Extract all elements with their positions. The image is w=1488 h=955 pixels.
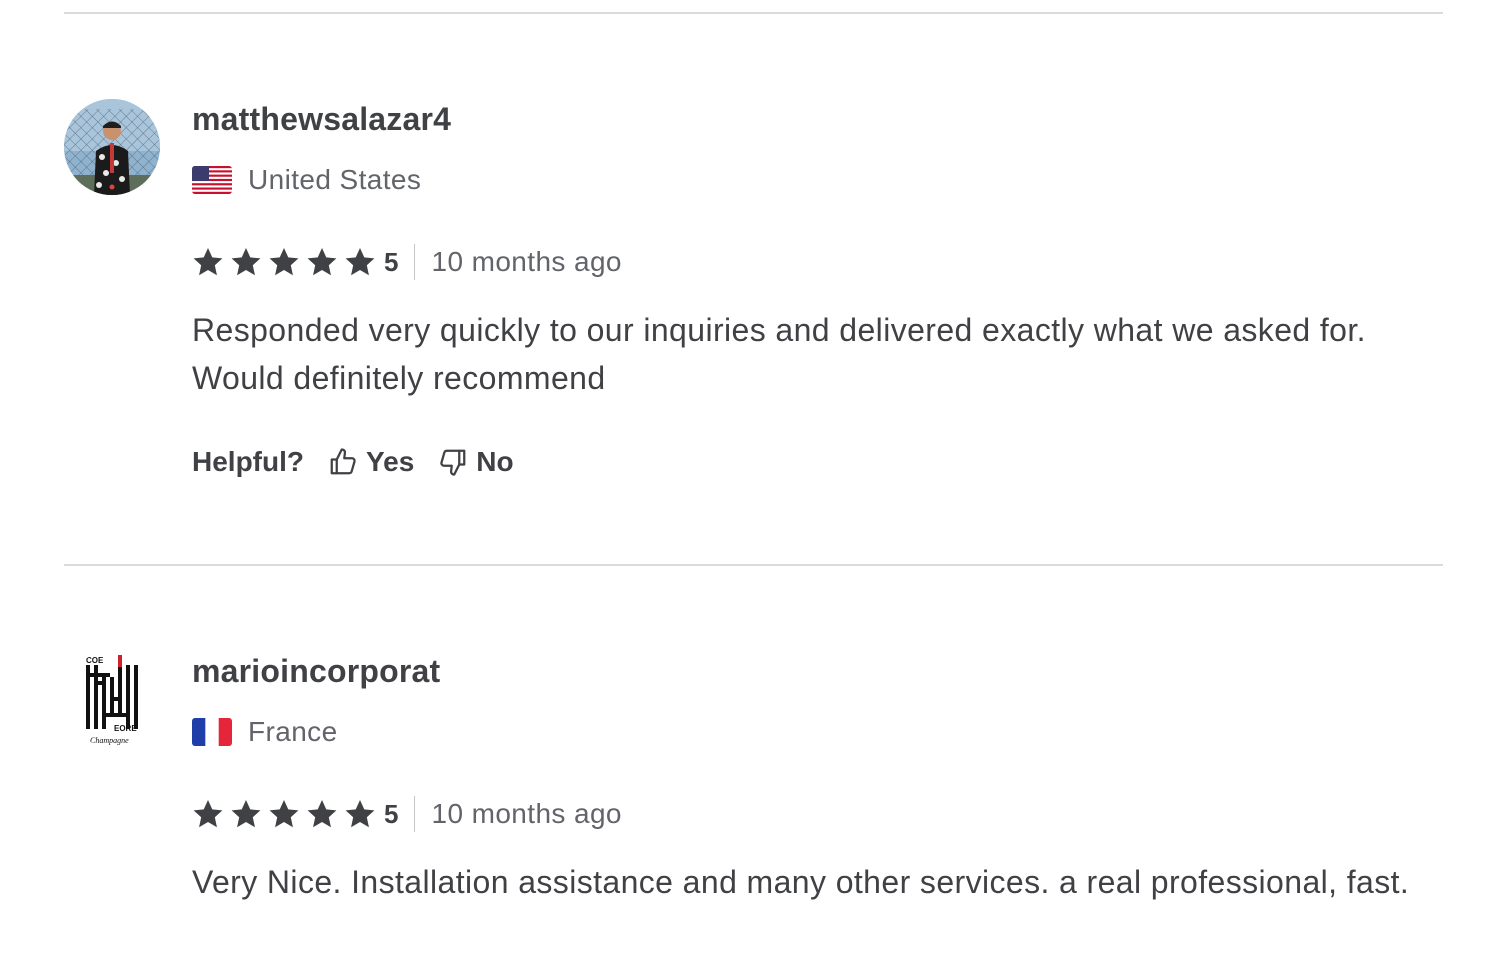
helpful-label: Helpful? xyxy=(192,446,304,477)
thumbs-up-icon xyxy=(330,448,356,475)
no-label: No xyxy=(476,446,514,477)
star-icon xyxy=(307,248,337,276)
review-body: matthewsalazar4 United States 5 10 month… xyxy=(192,99,1452,482)
us-flag-icon xyxy=(192,166,232,194)
logo-text-middle: EORE xyxy=(114,724,137,733)
star-icon xyxy=(193,248,223,276)
divider-top xyxy=(64,12,1443,14)
avatar[interactable] xyxy=(64,99,160,195)
star-icon xyxy=(231,800,261,828)
star-icon xyxy=(193,800,223,828)
review-time: 10 months ago xyxy=(431,246,622,277)
divider-middle xyxy=(64,564,1443,566)
review-text: Very Nice. Installation assistance and m… xyxy=(192,864,1410,900)
rating-score: 5 xyxy=(384,246,399,277)
star-icon xyxy=(231,248,261,276)
thumbs-down-icon xyxy=(440,449,466,476)
country-name: France xyxy=(248,716,338,747)
avatar[interactable]: COE EORE Champagne xyxy=(64,651,160,747)
separator xyxy=(414,244,416,280)
rating-row: 5 10 months ago xyxy=(192,794,1452,834)
star-rating xyxy=(192,798,382,830)
username[interactable]: matthewsalazar4 xyxy=(192,99,1452,139)
helpful-row: Helpful? Yes No xyxy=(192,442,1452,482)
star-icon xyxy=(269,800,299,828)
review-time: 10 months ago xyxy=(431,798,622,829)
logo-text-top: COE xyxy=(86,656,104,665)
rating-row: 5 10 months ago xyxy=(192,242,1452,282)
rating-score: 5 xyxy=(384,798,399,829)
helpful-yes-button[interactable]: Yes xyxy=(328,446,414,478)
star-icon xyxy=(345,800,375,828)
star-icon xyxy=(307,800,337,828)
review-body: marioincorporat France 5 10 months ago V… xyxy=(192,651,1452,906)
review-text: Responded very quickly to our inquiries … xyxy=(192,312,1366,396)
star-icon xyxy=(345,248,375,276)
country-row: France xyxy=(192,712,1452,752)
logo-text-bottom: Champagne xyxy=(90,736,129,745)
yes-label: Yes xyxy=(366,446,415,477)
separator xyxy=(414,796,416,832)
fr-flag-icon xyxy=(192,718,232,746)
helpful-no-button[interactable]: No xyxy=(438,446,514,478)
country-row: United States xyxy=(192,160,1452,200)
country-name: United States xyxy=(248,164,422,195)
star-rating xyxy=(192,246,382,278)
star-icon xyxy=(269,248,299,276)
username[interactable]: marioincorporat xyxy=(192,651,1452,691)
